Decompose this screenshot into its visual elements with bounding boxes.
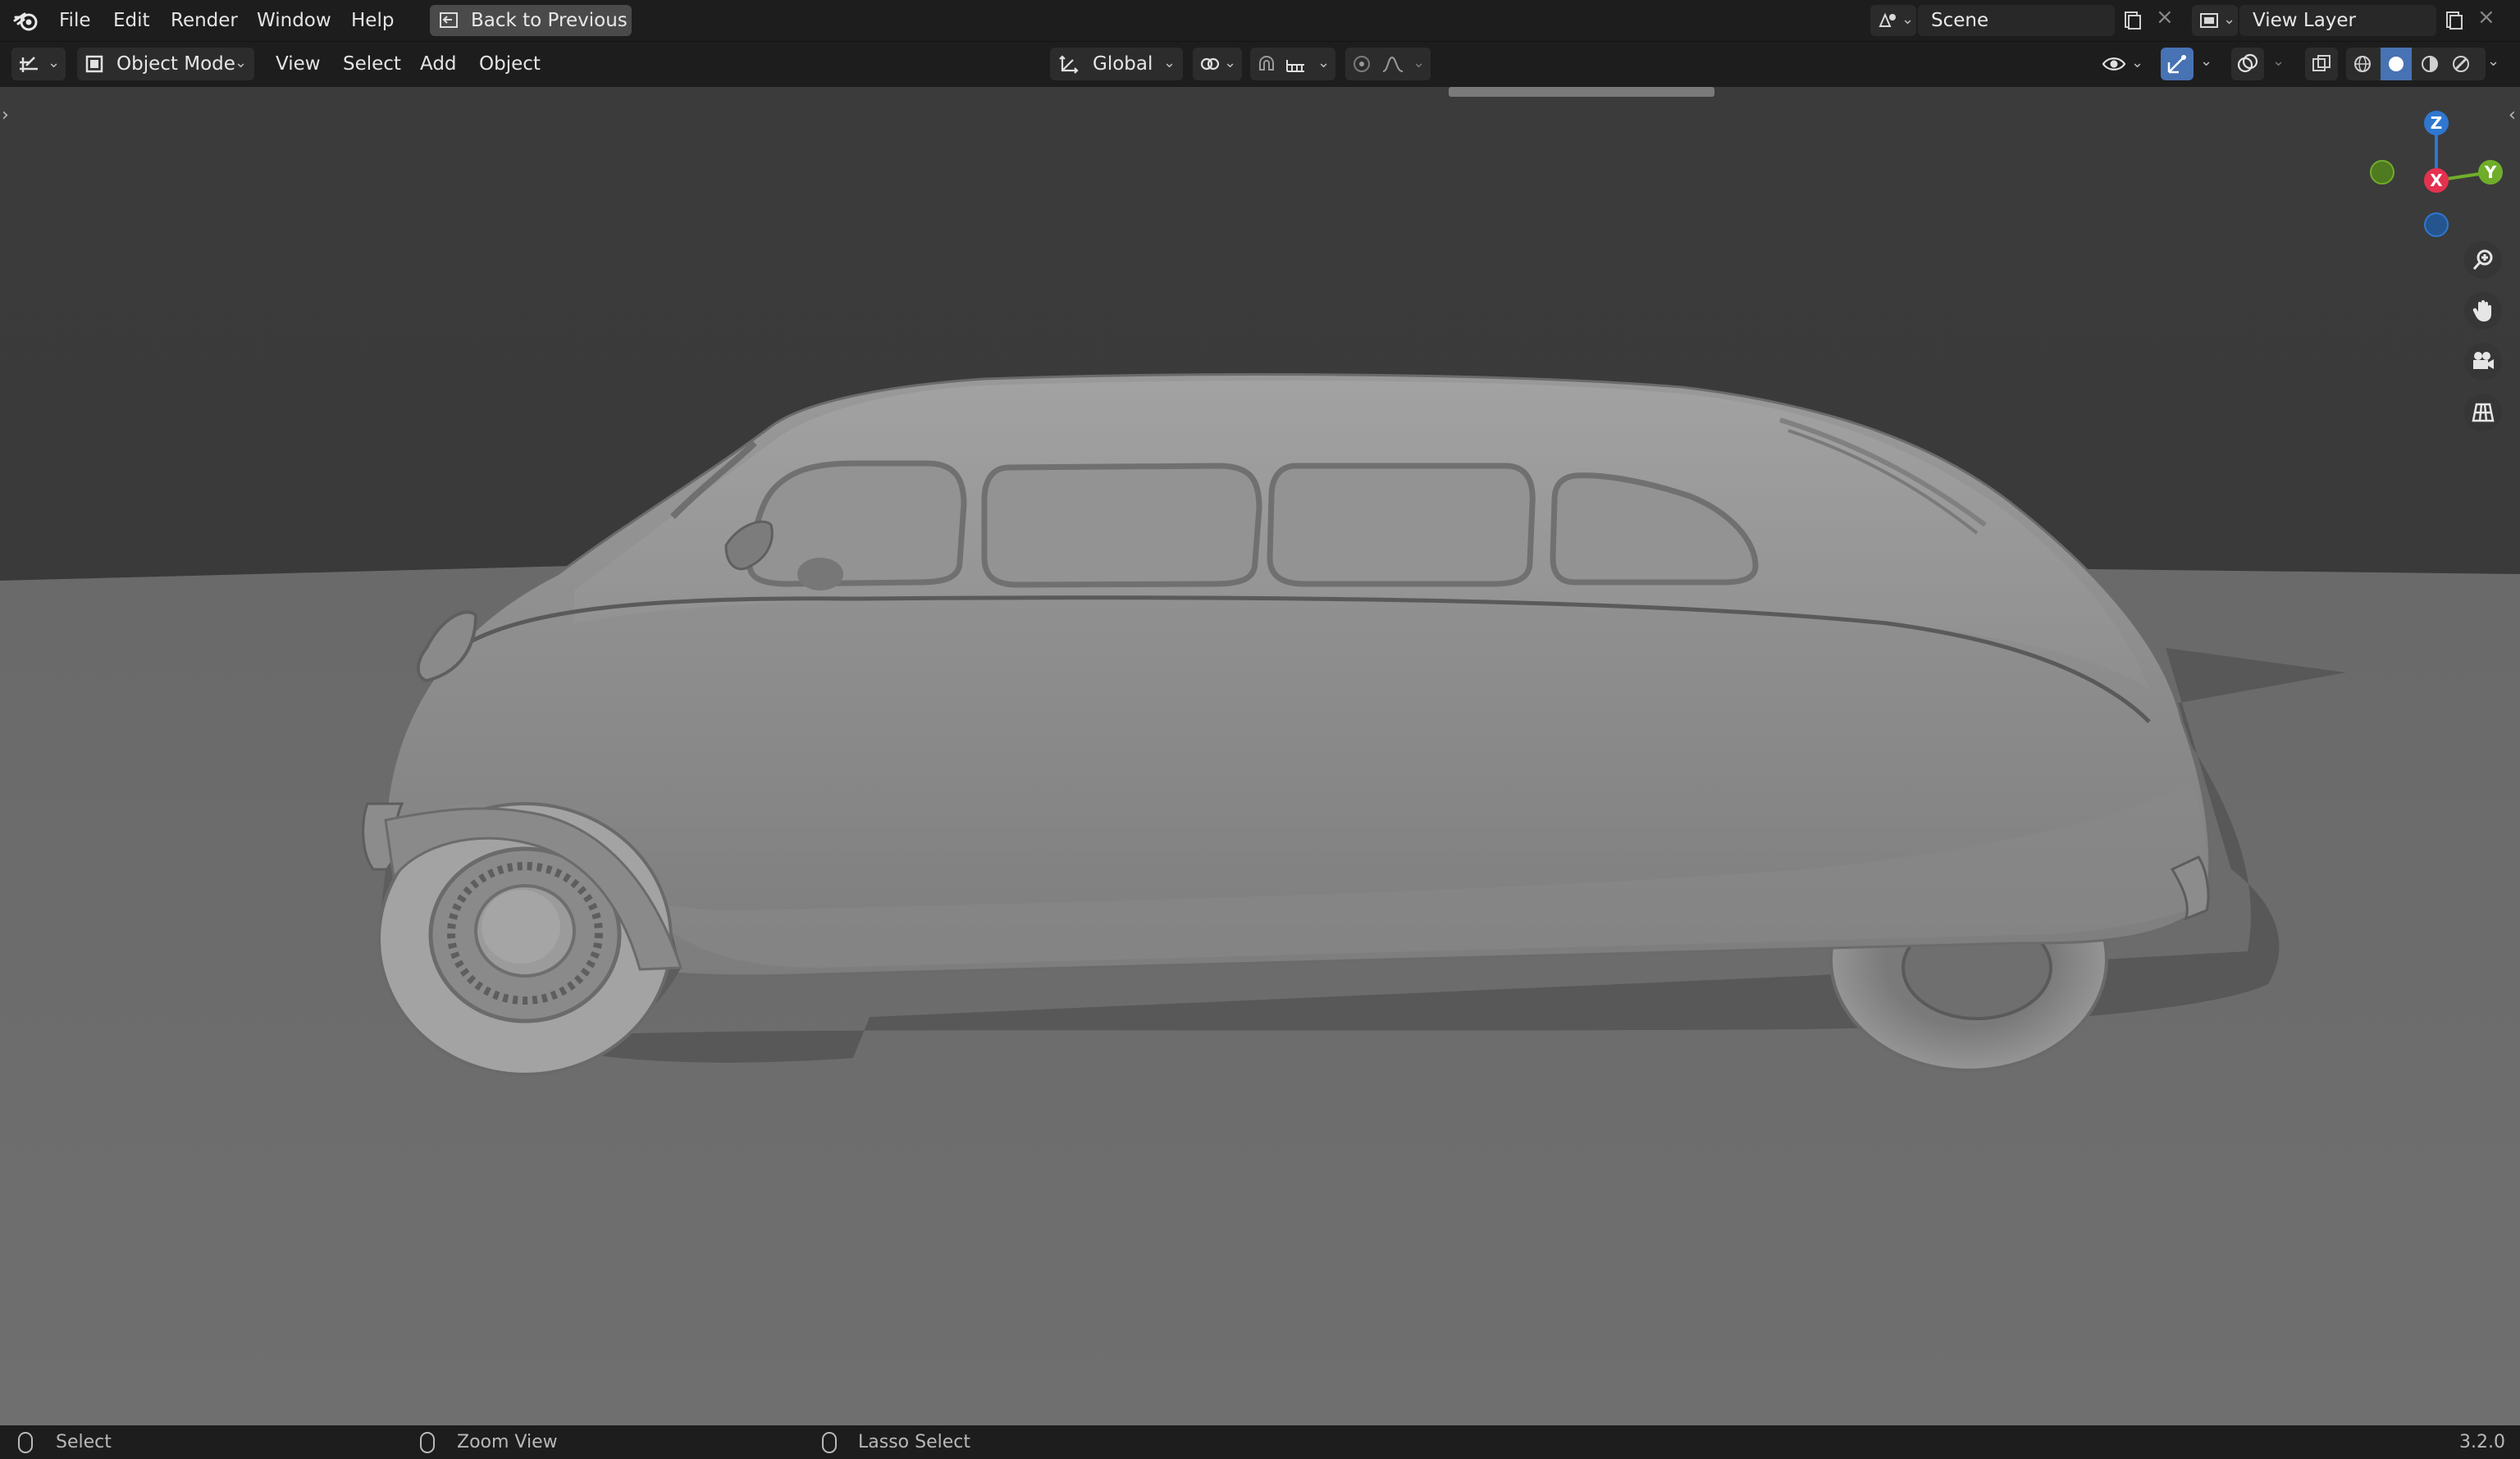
hand-icon	[2472, 300, 2491, 321]
shading-options-chevron-icon[interactable]: ⌄	[2487, 52, 2499, 70]
mouse-left-icon	[18, 1432, 33, 1453]
zoom-icon	[2472, 249, 2493, 270]
delete-view-layer-icon[interactable]: ×	[2477, 5, 2495, 30]
navigation-gizmo[interactable]: Z Y X	[2362, 102, 2510, 241]
view-layer-browse-button[interactable]: ⌄	[2192, 5, 2238, 36]
perspective-toggle-button[interactable]	[2464, 394, 2502, 431]
pan-button[interactable]	[2464, 292, 2502, 330]
mouse-middle-icon	[420, 1432, 435, 1453]
pivot-icon	[1200, 57, 1220, 71]
grid-icon	[2472, 403, 2495, 422]
menu-render[interactable]: Render	[171, 0, 238, 41]
status-select-label: Select	[56, 1432, 112, 1452]
menu-view[interactable]: View	[276, 41, 321, 87]
chevron-down-icon: ⌄	[1163, 54, 1176, 71]
top-bar: File Edit Render Window Help Back to Pre…	[0, 0, 2520, 42]
mode-label: Object Mode	[116, 53, 235, 75]
3d-viewport[interactable]: › ‹ Z Y X	[0, 87, 2520, 1425]
gizmo-z-label: Z	[2431, 113, 2443, 133]
zoom-button[interactable]	[2464, 241, 2502, 279]
viewport-progress-bar	[1449, 87, 1714, 97]
object-visibility-dropdown[interactable]: ⌄	[2097, 48, 2151, 80]
overlays-options-chevron-icon[interactable]: ⌄	[2272, 52, 2285, 70]
solid-shading-button[interactable]	[2381, 48, 2412, 80]
scene-icon	[1879, 12, 1896, 27]
falloff-curve-icon[interactable]	[1381, 55, 1404, 73]
new-view-layer-icon[interactable]	[2443, 10, 2464, 31]
gizmo-x-label: X	[2430, 171, 2443, 190]
editor-type-button[interactable]: ⌄	[11, 48, 66, 80]
gizmo-toggle-button[interactable]	[2161, 48, 2194, 80]
orientation-icon	[1059, 55, 1079, 74]
material-preview-icon[interactable]	[2420, 54, 2440, 74]
snap-increment-icon[interactable]	[1285, 55, 1309, 73]
view-layer-icon	[2200, 13, 2218, 28]
mouse-right-icon	[822, 1432, 837, 1453]
magnet-icon[interactable]	[1257, 55, 1276, 73]
toolbar-toggle-icon[interactable]: ›	[2, 105, 9, 125]
shading-mode-group	[2346, 48, 2486, 80]
window-2	[981, 463, 1262, 588]
gizmo-icon	[2167, 55, 2186, 74]
chevron-down-icon: ⌄	[1413, 54, 1426, 71]
3d-viewport-icon	[20, 57, 38, 72]
rendered-shading-icon[interactable]	[2451, 54, 2471, 74]
viewport-scene	[0, 373, 2520, 1425]
scene-browse-button[interactable]: ⌄	[1870, 5, 1916, 36]
overlays-toggle-button[interactable]	[2231, 48, 2264, 80]
delete-scene-icon[interactable]: ×	[2156, 5, 2174, 30]
new-scene-icon[interactable]	[2121, 10, 2143, 31]
chevron-down-icon: ⌄	[1317, 54, 1331, 71]
solid-shading-icon	[2389, 57, 2404, 71]
menu-add[interactable]: Add	[420, 41, 457, 87]
mode-dropdown[interactable]: Object Mode ⌄	[77, 48, 254, 80]
snapping-group[interactable]: ⌄	[1250, 48, 1335, 80]
scene-name-field[interactable]: Scene	[1918, 5, 2115, 36]
menu-object[interactable]: Object	[479, 41, 541, 87]
camera-icon	[2473, 352, 2494, 369]
back-to-previous-button[interactable]: Back to Previous	[430, 5, 632, 36]
chevron-down-icon: ⌄	[2131, 54, 2144, 71]
status-lasso-label: Lasso Select	[858, 1432, 970, 1452]
transform-orientation-dropdown[interactable]: Global ⌄	[1050, 48, 1183, 80]
menu-file[interactable]: File	[59, 0, 91, 41]
orientation-label: Global	[1093, 53, 1153, 75]
chevron-down-icon: ⌄	[48, 54, 61, 71]
view-layer-name: View Layer	[2253, 10, 2357, 31]
xray-toggle-button[interactable]	[2305, 48, 2338, 80]
chevron-down-icon: ⌄	[1224, 54, 1237, 71]
status-zoom-label: Zoom View	[457, 1432, 558, 1452]
back-icon	[440, 12, 458, 28]
viewport-header: ⌄ Object Mode ⌄ View Select Add Object G…	[0, 41, 2520, 87]
gizmo-neg-z-axis[interactable]	[2424, 212, 2449, 237]
gizmo-neg-y-axis[interactable]	[2370, 160, 2394, 185]
chevron-down-icon: ⌄	[2223, 11, 2236, 28]
object-mode-icon	[85, 55, 103, 73]
chevron-down-icon: ⌄	[1901, 11, 1915, 28]
status-bar: Select Zoom View Lasso Select 3.2.0	[0, 1425, 2520, 1459]
back-to-previous-label: Back to Previous	[471, 10, 628, 31]
xray-icon	[2312, 55, 2331, 71]
overlays-icon	[2237, 53, 2258, 73]
menu-edit[interactable]: Edit	[113, 0, 150, 41]
window-3	[1267, 463, 1536, 587]
gizmo-options-chevron-icon[interactable]: ⌄	[2200, 52, 2212, 70]
eye-icon	[2102, 57, 2126, 71]
proportional-editing-group[interactable]: ⌄	[1345, 48, 1431, 80]
view-layer-name-field[interactable]: View Layer	[2239, 5, 2436, 36]
pivot-point-dropdown[interactable]: ⌄	[1193, 48, 1242, 80]
window-front	[746, 460, 967, 587]
blender-logo-icon[interactable]	[13, 9, 39, 32]
gizmo-y-label: Y	[2484, 162, 2497, 182]
camera-view-button[interactable]	[2464, 343, 2502, 381]
chevron-down-icon: ⌄	[235, 54, 248, 71]
menu-help[interactable]: Help	[351, 0, 394, 41]
scene-name: Scene	[1931, 10, 1989, 31]
menu-window[interactable]: Window	[257, 0, 331, 41]
menu-select[interactable]: Select	[343, 41, 401, 87]
version-label: 3.2.0	[2459, 1432, 2505, 1452]
wireframe-shading-icon[interactable]	[2353, 54, 2372, 74]
proportional-edit-icon[interactable]	[1352, 55, 1372, 73]
